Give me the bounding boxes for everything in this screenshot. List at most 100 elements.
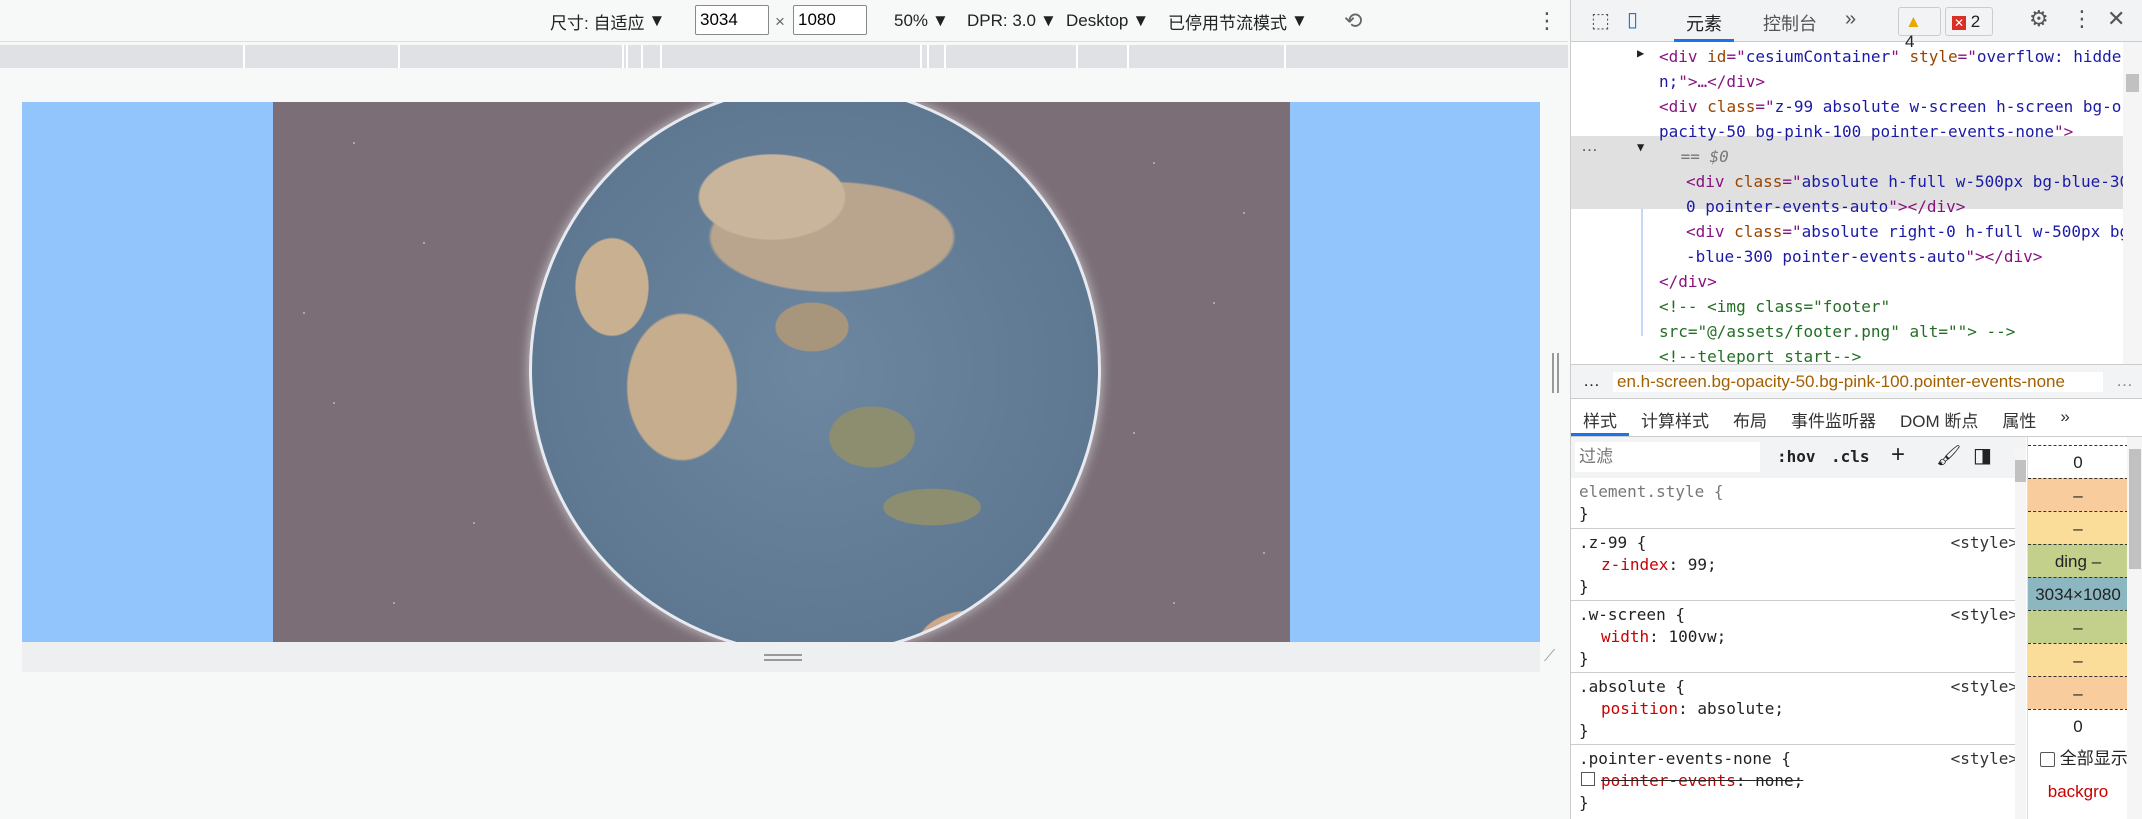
dom-node-line[interactable]: n;">…</div> [1659,69,2142,94]
dom-tree[interactable]: … ▶ ▼ <div id="cesiumContainer" style="o… [1571,42,2142,364]
rule-declaration[interactable]: width: 100vw; [1579,626,2018,648]
style-rule[interactable]: .pointer-events-none {<style> pointer-eve… [1571,744,2026,817]
dom-node-line[interactable]: -blue-300 pointer-events-auto"></div> [1686,244,2142,269]
tab-console[interactable]: 控制台 [1751,0,1829,46]
paint-brush-icon[interactable]: 🖌 [1936,443,1961,468]
devtools-panel: ⬚ ▯ 元素 控制台 » ▲ 4 ✕ 2 ⚙ ⋮ ✕ … ▶ ▼ <div id… [1570,0,2142,819]
close-icon[interactable]: ✕ [2107,6,2125,32]
times-sign: × [775,12,785,31]
tab-dom-breakpoints[interactable]: DOM 断点 [1888,399,1990,436]
breadcrumb-scroll-left[interactable]: … [1583,371,1600,391]
dom-node-line[interactable]: <div id="cesiumContainer" style="overflo… [1659,44,2142,69]
tab-properties[interactable]: 属性 [1990,399,2048,436]
dom-node-line[interactable]: 0 pointer-events-auto"></div> [1686,194,2142,219]
rule-close-brace: } [1579,721,1589,740]
dom-node-line[interactable]: </div> [1659,269,2142,294]
rotate-icon[interactable]: ⟲ [1344,0,1362,42]
style-rules[interactable]: element.style {} .z-99 {<style> z-index: 9… [1571,478,2026,819]
style-rule[interactable]: element.style {} [1571,478,2026,528]
more-options-icon[interactable]: ⋮ [1536,0,1558,42]
more-tabs-icon[interactable]: » [1845,8,1856,31]
inspect-element-icon[interactable]: ⬚ [1591,8,1610,33]
tab-event-listeners[interactable]: 事件监听器 [1779,399,1888,436]
resize-handle-bottom[interactable] [764,654,802,661]
cesium-space-view[interactable] [273,102,1290,642]
settings-gear-icon[interactable]: ⚙ [2029,6,2049,32]
breadcrumb-item[interactable]: en.h-screen.bg-opacity-50.bg-pink-100.po… [1613,372,2103,392]
class-toggle[interactable]: .cls [1831,447,1870,466]
style-rule[interactable]: .absolute {<style> position: absolute;} [1571,672,2026,745]
expand-triangle-icon[interactable]: ▶ [1637,46,1644,60]
media-query-ruler[interactable] [0,45,1568,68]
width-input[interactable] [695,5,769,35]
dom-scrollbar[interactable] [2123,42,2142,364]
size-label: 尺寸: 自适应 [550,13,645,33]
more-options-icon[interactable]: ⋮ [2071,6,2093,32]
checkbox[interactable] [2040,752,2055,768]
dom-node-line[interactable]: <!-- <img class="footer" [1659,294,2142,319]
dom-token: =" [1726,47,1746,66]
dom-token: class [1734,172,1783,191]
height-input[interactable] [793,5,867,35]
styles-scrollbar[interactable] [2015,448,2026,819]
rule-close-brace: } [1579,793,1589,812]
earth-globe[interactable] [529,102,1101,642]
dom-token: z-99 absolute w-screen h-screen bg-o [1774,97,2122,116]
right-blue-panel[interactable] [1290,102,1540,642]
error-icon: ✕ [1952,16,1967,30]
show-all-checkbox[interactable]: 全部显示 [2028,744,2128,774]
dom-node-line[interactable]: == $0 [1671,144,2142,169]
rule-source-link[interactable]: <style> [1951,604,2018,626]
breadcrumb-scroll-right[interactable]: … [2116,371,2133,391]
dom-node-line[interactable]: <!--teleport start--> [1659,344,2142,364]
rule-declaration[interactable]: position: absolute; [1579,698,2018,720]
dom-token: -blue-300 pointer-events-auto [1686,247,1966,266]
dom-node-line[interactable]: pacity-50 bg-pink-100 pointer-events-non… [1659,119,2142,144]
zoom-dropdown[interactable]: 50% ▼ [894,0,949,42]
resize-corner-icon[interactable]: ⟋ [1544,648,1555,666]
error-count: 2 [1970,12,1981,31]
size-dropdown[interactable]: 尺寸: 自适应 ▼ [550,0,665,42]
warnings-badge[interactable]: ▲ 4 [1898,7,1941,51]
device-toolbar-icon[interactable]: ▯ [1627,7,1638,32]
dom-token: id [1707,47,1727,66]
rule-source-link[interactable]: <style> [1951,748,2018,770]
tab-computed[interactable]: 计算样式 [1629,399,1721,436]
computed-property[interactable]: backgro [2028,777,2128,807]
rule-declaration[interactable]: z-index: 99; [1579,554,2018,576]
rule-source-link[interactable]: <style> [1951,676,2018,698]
property-value: absolute; [1697,699,1785,718]
node-actions-icon[interactable]: … [1581,136,1598,156]
dpr-dropdown[interactable]: DPR: 3.0 ▼ [967,0,1057,42]
style-rule[interactable]: .w-screen {<style> width: 100vw;} [1571,600,2026,673]
boxmodel-scrollbar[interactable] [2127,437,2142,819]
more-tabs-icon[interactable]: » [2048,399,2081,436]
emulated-viewport[interactable] [22,102,1540,642]
tab-layout[interactable]: 布局 [1721,399,1779,436]
devtools-tabbar: ⬚ ▯ 元素 控制台 » ▲ 4 ✕ 2 ⚙ ⋮ ✕ [1571,0,2142,51]
device-dropdown[interactable]: Desktop ▼ [1066,0,1149,42]
dom-token: class [1707,97,1756,116]
new-rule-plus-icon[interactable]: + [1891,441,1905,469]
dom-token: absolute h-full w-500px bg-blue-30 [1801,172,2130,191]
dom-node-line[interactable]: <div class="absolute right-0 h-full w-50… [1686,219,2142,244]
box-model-layer: 0 [2028,709,2128,742]
errors-badge[interactable]: ✕ 2 [1945,7,1993,36]
collapse-triangle-icon[interactable]: ▼ [1637,140,1644,154]
throttle-dropdown[interactable]: 已停用节流模式 ▼ [1168,0,1308,42]
tab-styles[interactable]: 样式 [1571,399,1629,436]
dom-token: " [1890,47,1910,66]
dom-node-line[interactable]: <div class="absolute h-full w-500px bg-b… [1686,169,2142,194]
panel-splitter[interactable] [1552,353,1559,393]
tab-elements[interactable]: 元素 [1674,0,1734,42]
rule-source-link[interactable]: <style> [1951,532,2018,554]
filter-input[interactable] [1575,442,1760,472]
left-blue-panel[interactable] [22,102,273,642]
rule-declaration[interactable]: pointer-events: none; [1579,770,2018,792]
style-rule[interactable]: .z-99 {<style> z-index: 99;} [1571,528,2026,601]
dom-node-line[interactable]: <div class="z-99 absolute w-screen h-scr… [1659,94,2142,119]
dom-node-line[interactable]: src="@/assets/footer.png" alt=""> --> [1659,319,2142,344]
toggle-sidebar-icon[interactable]: ◨ [1973,443,1992,468]
hover-state-toggle[interactable]: :hov [1777,447,1816,466]
declaration-checkbox[interactable] [1581,772,1595,786]
